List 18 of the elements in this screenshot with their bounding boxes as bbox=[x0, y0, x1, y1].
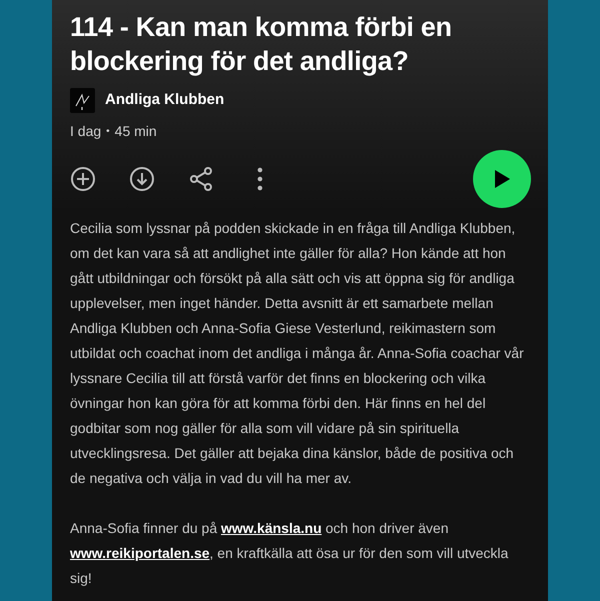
download-icon bbox=[129, 166, 155, 192]
add-button[interactable] bbox=[70, 166, 96, 192]
share-icon bbox=[188, 166, 214, 192]
episode-title: 114 - Kan man komma förbi en blockering för det andliga? bbox=[70, 11, 453, 78]
separator-dot: • bbox=[106, 125, 110, 139]
website-link[interactable]: www.reikiportalen.se bbox=[70, 545, 210, 561]
more-icon bbox=[257, 166, 263, 192]
episode-description: Cecilia som lyssnar på podden skickade in en fråga till Andliga Klubben, om det kan vara så att andlighet inte gäller för alla? Hon kände att hon gått utbildningar och försökt på alla sätt och vis att öppna sig för andliga upplevelser, men inget händer. Detta avsnitt är ett samarbete mellan Andliga Klubben och Anna-Sofia Giese Vesterlund, reikimastern som utbildat och coachat inom det andliga i många år. Anna-Sofia coachar vår lyssnare Cecilia till att förstå varför det finns en blockering och vilka övningar hon kan göra för att komma förbi den. Här finns en hel del godbitar som nog gäller för alla som vill vidare på sin spirituella utvecklingsresa. Det gäller att bejaka dina känslor, både de positiva och de negativa och välja in vad du vill ha mer av. bbox=[70, 219, 525, 488]
download-button[interactable] bbox=[129, 166, 155, 192]
episode-duration: 45 min bbox=[114, 122, 157, 141]
play-icon bbox=[493, 169, 511, 189]
share-button[interactable] bbox=[188, 166, 214, 192]
add-icon bbox=[70, 166, 96, 192]
show-logo-icon bbox=[70, 88, 95, 113]
website-link[interactable]: www.känsla.nu bbox=[221, 520, 322, 536]
show-name[interactable]: Andliga Klubben bbox=[105, 89, 224, 112]
episode-description: Anna-Sofia finner du på www.känsla.nu och hon driver även www.reikiportalen.se, en kraftkälla att ösa ur för den som vill utveckla sig! bbox=[70, 519, 510, 588]
release-date: I dag bbox=[70, 122, 102, 141]
